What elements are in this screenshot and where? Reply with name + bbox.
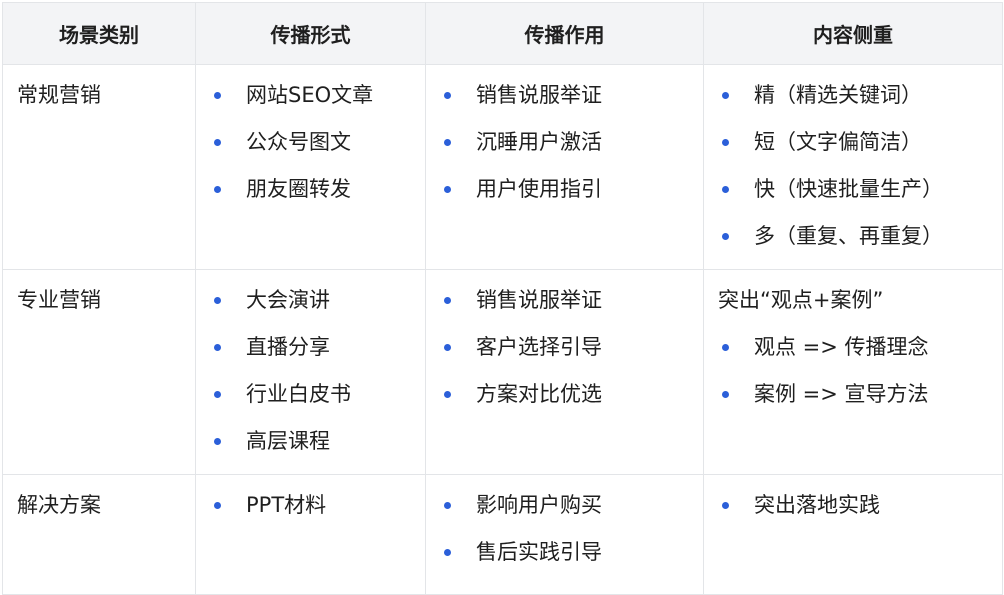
table-row: 常规营销 网站SEO文章 公众号图文 朋友圈转发 销售说服举证 沉睡用户激活 用… [2, 64, 1003, 270]
list-item: 公众号图文 [208, 128, 413, 156]
list-item: 精（精选关键词） [716, 81, 990, 109]
bullet-dot-icon [722, 92, 729, 99]
bullet-dot-icon [722, 139, 729, 146]
list-item: 突出落地实践 [716, 491, 990, 519]
list-item-text: 多（重复、再重复） [754, 224, 943, 248]
bullet-dot-icon [214, 92, 221, 99]
bullet-dot-icon [444, 186, 451, 193]
focus-list: 观点 => 传播理念 案例 => 宣导方法 [716, 333, 990, 408]
list-item-text: 行业白皮书 [246, 382, 351, 406]
list-item: 案例 => 宣导方法 [716, 380, 990, 408]
effects-list: 销售说服举证 客户选择引导 方案对比优选 [438, 286, 691, 408]
list-item: 销售说服举证 [438, 81, 691, 109]
header-scenario-category: 场景类别 [2, 2, 196, 65]
bullet-dot-icon [444, 297, 451, 304]
effects-cell: 销售说服举证 客户选择引导 方案对比优选 [425, 269, 704, 475]
bullet-dot-icon [722, 233, 729, 240]
list-item: 用户使用指引 [438, 175, 691, 203]
list-item-text: 精（精选关键词） [754, 83, 922, 107]
bullet-dot-icon [444, 391, 451, 398]
bullet-dot-icon [214, 139, 221, 146]
list-item: 快（快速批量生产） [716, 175, 990, 203]
list-item: 朋友圈转发 [208, 175, 413, 203]
list-item-text: 高层课程 [246, 429, 330, 453]
forms-cell: 网站SEO文章 公众号图文 朋友圈转发 [195, 64, 426, 270]
effects-cell: 销售说服举证 沉睡用户激活 用户使用指引 [425, 64, 704, 270]
list-item: 影响用户购买 [438, 491, 691, 519]
bullet-dot-icon [214, 297, 221, 304]
bullet-dot-icon [722, 391, 729, 398]
list-item-text: 快（快速批量生产） [754, 177, 943, 201]
list-item-text: 朋友圈转发 [246, 177, 351, 201]
list-item: PPT材料 [208, 491, 413, 519]
bullet-dot-icon [722, 344, 729, 351]
list-item-text: 突出落地实践 [754, 493, 880, 517]
bullet-dot-icon [444, 92, 451, 99]
marketing-scenario-table: 场景类别 传播形式 传播作用 内容侧重 常规营销 网站SEO文章 公众号图文 朋… [2, 2, 1003, 595]
list-item-text: 沉睡用户激活 [476, 130, 602, 154]
bullet-dot-icon [444, 549, 451, 556]
list-item-text: 销售说服举证 [476, 288, 602, 312]
list-item-text: 大会演讲 [246, 288, 330, 312]
bullet-dot-icon [214, 344, 221, 351]
list-item-text: 公众号图文 [246, 130, 351, 154]
list-item-text: 影响用户购买 [476, 493, 602, 517]
list-item-text: PPT材料 [246, 493, 327, 517]
list-item: 观点 => 传播理念 [716, 333, 990, 361]
list-item: 直播分享 [208, 333, 413, 361]
bullet-dot-icon [214, 391, 221, 398]
list-item-text: 观点 => 传播理念 [754, 335, 929, 359]
focus-intro-text: 突出“观点+案例” [718, 288, 884, 312]
list-item: 行业白皮书 [208, 380, 413, 408]
forms-list: PPT材料 [208, 491, 413, 519]
focus-cell: 突出“观点+案例” 观点 => 传播理念 案例 => 宣导方法 [703, 269, 1003, 475]
header-spread-form: 传播形式 [195, 2, 426, 65]
list-item-text: 网站SEO文章 [246, 83, 374, 107]
effects-list: 销售说服举证 沉睡用户激活 用户使用指引 [438, 81, 691, 203]
list-item-text: 案例 => 宣导方法 [754, 382, 929, 406]
forms-list: 网站SEO文章 公众号图文 朋友圈转发 [208, 81, 413, 203]
header-content-focus: 内容侧重 [703, 2, 1003, 65]
list-item: 客户选择引导 [438, 333, 691, 361]
bullet-dot-icon [444, 344, 451, 351]
focus-list: 精（精选关键词） 短（文字偏简洁） 快（快速批量生产） 多（重复、再重复） [716, 81, 990, 250]
list-item-text: 直播分享 [246, 335, 330, 359]
forms-cell: 大会演讲 直播分享 行业白皮书 高层课程 [195, 269, 426, 475]
bullet-dot-icon [444, 502, 451, 509]
list-item: 售后实践引导 [438, 538, 691, 566]
effects-list: 影响用户购买 售后实践引导 [438, 491, 691, 566]
category-cell: 专业营销 [2, 269, 196, 475]
list-item: 网站SEO文章 [208, 81, 413, 109]
list-item-text: 客户选择引导 [476, 335, 602, 359]
bullet-dot-icon [722, 502, 729, 509]
bullet-dot-icon [214, 438, 221, 445]
focus-cell: 精（精选关键词） 短（文字偏简洁） 快（快速批量生产） 多（重复、再重复） [703, 64, 1003, 270]
table-row: 专业营销 大会演讲 直播分享 行业白皮书 高层课程 销售说服举证 客户选择引导 … [2, 269, 1003, 475]
bullet-dot-icon [214, 502, 221, 509]
list-item: 高层课程 [208, 427, 413, 455]
list-item: 大会演讲 [208, 286, 413, 314]
list-item-text: 销售说服举证 [476, 83, 602, 107]
list-item: 短（文字偏简洁） [716, 128, 990, 156]
bullet-dot-icon [214, 186, 221, 193]
header-spread-effect: 传播作用 [425, 2, 704, 65]
forms-list: 大会演讲 直播分享 行业白皮书 高层课程 [208, 286, 413, 455]
category-cell: 常规营销 [2, 64, 196, 270]
bullet-dot-icon [722, 186, 729, 193]
bullet-dot-icon [444, 139, 451, 146]
list-item: 多（重复、再重复） [716, 222, 990, 250]
list-item-text: 短（文字偏简洁） [754, 130, 922, 154]
table-header-row: 场景类别 传播形式 传播作用 内容侧重 [2, 2, 1003, 65]
focus-list: 突出落地实践 [716, 491, 990, 519]
list-item-text: 售后实践引导 [476, 540, 602, 564]
list-item: 沉睡用户激活 [438, 128, 691, 156]
list-item: 销售说服举证 [438, 286, 691, 314]
list-item-text: 方案对比优选 [476, 382, 602, 406]
list-item: 方案对比优选 [438, 380, 691, 408]
list-item-text: 用户使用指引 [476, 177, 602, 201]
